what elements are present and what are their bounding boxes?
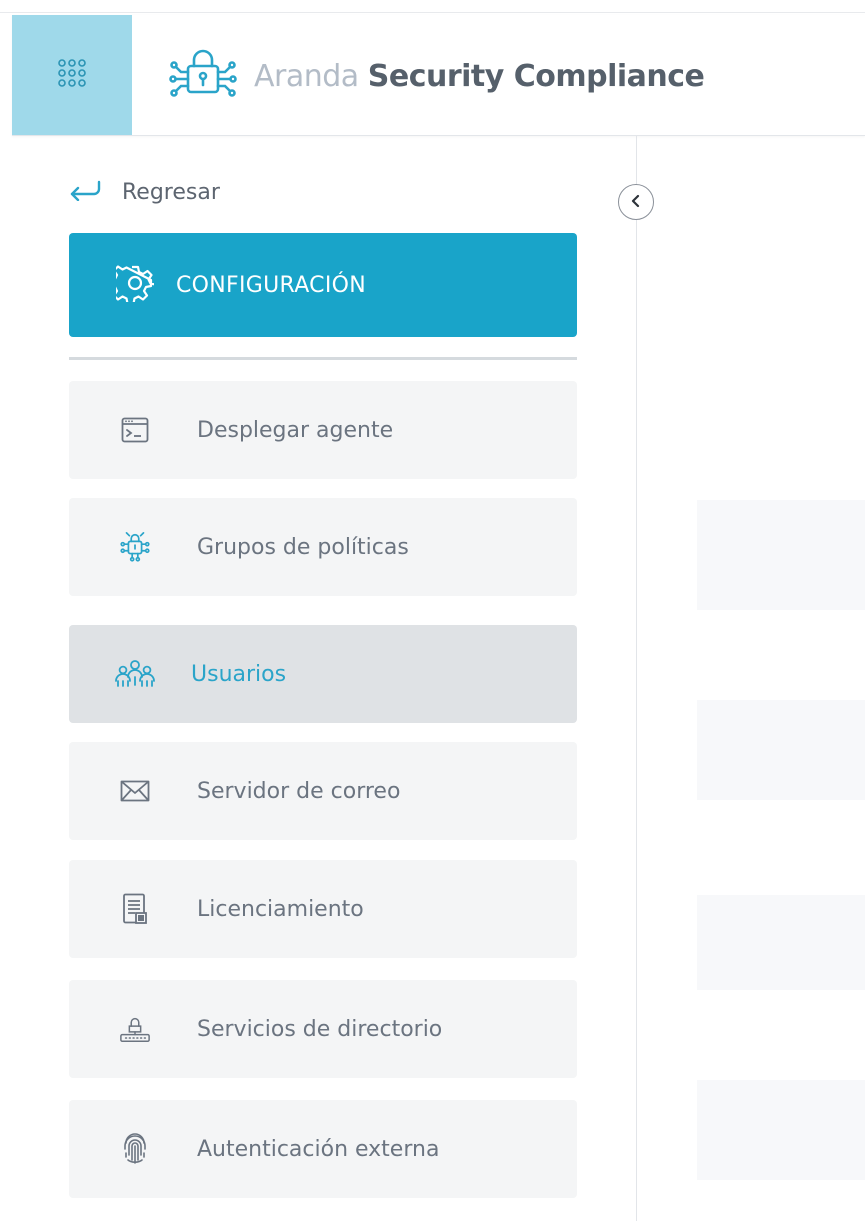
placeholder-block — [697, 700, 865, 800]
sidebar-item-label: Servicios de directorio — [197, 1016, 443, 1042]
sidebar-item-label: Licenciamiento — [197, 896, 364, 922]
sidebar-item-desplegar-agente[interactable]: Desplegar agente — [69, 381, 577, 479]
section-divider — [69, 357, 577, 360]
sidebar-item-servicios-de-directorio[interactable]: Servicios de directorio — [69, 980, 577, 1078]
grid-dots-icon — [57, 58, 87, 92]
terminal-window-icon — [119, 414, 151, 446]
sidebar-item-label: Servidor de correo — [197, 778, 401, 804]
brand-name-light: Aranda — [254, 58, 359, 94]
chevron-left-icon — [629, 193, 643, 212]
directory-server-icon — [119, 1013, 151, 1045]
section-title: CONFIGURACIÓN — [176, 272, 367, 298]
brand-logo[interactable]: Aranda Security Compliance — [166, 42, 705, 110]
gear-icon — [108, 264, 156, 306]
back-link-label: Regresar — [122, 179, 220, 205]
sidebar-item-servidor-de-correo[interactable]: Servidor de correo — [69, 742, 577, 840]
top-border-line — [0, 12, 865, 13]
placeholder-block — [697, 500, 865, 610]
fingerprint-icon — [119, 1133, 151, 1165]
sidebar-item-label: Desplegar agente — [197, 417, 394, 443]
sidebar-item-autenticacion-externa[interactable]: Autenticación externa — [69, 1100, 577, 1198]
sidebar-item-label: Grupos de políticas — [197, 534, 409, 560]
sidebar-item-label: Autenticación externa — [197, 1136, 440, 1162]
sidebar-divider — [636, 136, 637, 1221]
placeholder-block — [697, 1080, 865, 1180]
envelope-icon — [119, 775, 151, 807]
collapse-sidebar-button[interactable] — [618, 184, 654, 220]
users-group-icon — [113, 658, 157, 690]
section-header-configuracion: CONFIGURACIÓN — [69, 233, 577, 337]
circuit-lock-icon — [166, 48, 240, 104]
license-document-icon — [119, 893, 151, 925]
apps-menu-button[interactable] — [12, 15, 132, 135]
app-title: Aranda Security Compliance — [254, 58, 705, 94]
sidebar-item-grupos-de-politicas[interactable]: Grupos de políticas — [69, 498, 577, 596]
sidebar-item-licenciamiento[interactable]: Licenciamiento — [69, 860, 577, 958]
sidebar-item-label: Usuarios — [191, 661, 287, 687]
back-link[interactable]: Regresar — [68, 172, 220, 212]
return-arrow-icon — [68, 179, 102, 205]
sidebar-item-usuarios[interactable]: Usuarios — [69, 625, 577, 723]
brand-name-bold: Security Compliance — [367, 58, 705, 94]
placeholder-block — [697, 895, 865, 990]
circuit-lock-icon — [119, 531, 151, 563]
